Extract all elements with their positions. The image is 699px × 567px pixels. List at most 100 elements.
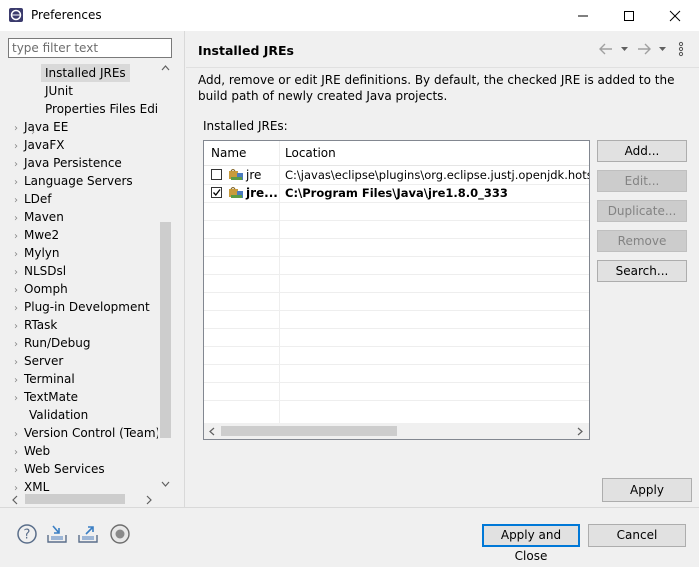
row-divider xyxy=(204,238,589,239)
record-icon[interactable] xyxy=(109,523,131,545)
view-menu-icon[interactable] xyxy=(677,41,685,57)
scroll-down-arrow-icon[interactable] xyxy=(160,480,171,488)
tree-item-installed-jres[interactable]: Installed JREs xyxy=(41,64,130,82)
tree-item-label: Oomph xyxy=(24,282,68,296)
chevron-right-icon: › xyxy=(14,303,18,314)
close-icon xyxy=(669,10,681,21)
row-divider xyxy=(204,184,589,185)
eclipse-app-icon xyxy=(9,8,23,22)
tree-item-run-debug[interactable]: › Run/Debug xyxy=(14,334,91,352)
row-divider xyxy=(204,220,589,221)
apply-button[interactable]: Apply xyxy=(602,478,692,502)
maximize-button[interactable] xyxy=(606,0,652,31)
tree-item-javafx[interactable]: › JavaFX xyxy=(14,136,64,154)
tree-item-label: Java Persistence xyxy=(24,156,122,170)
chevron-right-icon: › xyxy=(14,447,18,458)
tree-item-label: Maven xyxy=(24,210,64,224)
chevron-right-icon: › xyxy=(14,429,18,440)
maximize-icon xyxy=(624,10,634,21)
export-preferences-icon[interactable] xyxy=(77,523,99,545)
row-divider xyxy=(204,274,589,275)
scroll-right-arrow-icon[interactable] xyxy=(576,427,584,436)
close-button[interactable] xyxy=(652,0,698,31)
edit-button[interactable]: Edit... xyxy=(597,170,687,192)
tree-item-web[interactable]: › Web xyxy=(14,442,50,460)
chevron-right-icon: › xyxy=(14,357,18,368)
tree-item-label: Mylyn xyxy=(24,246,60,260)
remove-button[interactable]: Remove xyxy=(597,230,687,252)
tree-item-mylyn[interactable]: › Mylyn xyxy=(14,244,60,262)
tree-item-java-persistence[interactable]: › Java Persistence xyxy=(14,154,122,172)
search-button[interactable]: Search... xyxy=(597,260,687,282)
tree-item-label: Java EE xyxy=(24,120,69,134)
row-divider xyxy=(204,364,589,365)
tree-item-ldef[interactable]: › LDef xyxy=(14,190,52,208)
page-title: Installed JREs xyxy=(198,43,295,58)
tree-item-nlsdsl[interactable]: › NLSDsl xyxy=(14,262,66,280)
minimize-button[interactable] xyxy=(560,0,606,31)
tree-item-oomph[interactable]: › Oomph xyxy=(14,280,68,298)
table-row[interactable]: jre... C:\Program Files\Java\jre1.8.0_33… xyxy=(204,184,589,202)
duplicate-button[interactable]: Duplicate... xyxy=(597,200,687,222)
forward-arrow-icon[interactable] xyxy=(636,42,652,56)
tree-item-label: Installed JREs xyxy=(45,66,126,80)
row-divider xyxy=(204,202,589,203)
chevron-right-icon: › xyxy=(14,141,18,152)
column-header-name[interactable]: Name xyxy=(211,141,246,165)
tree-item-language-servers[interactable]: › Language Servers xyxy=(14,172,133,190)
help-icon[interactable]: ? xyxy=(16,523,38,545)
tree-item-server[interactable]: › Server xyxy=(14,352,63,370)
chevron-right-icon: › xyxy=(14,375,18,386)
tree-item-xml[interactable]: › XML xyxy=(14,478,49,492)
scroll-left-arrow-icon[interactable] xyxy=(11,495,19,505)
tree-item-java-ee[interactable]: › Java EE xyxy=(14,118,68,136)
column-header-location[interactable]: Location xyxy=(285,141,336,165)
row-divider xyxy=(204,400,589,401)
forward-menu-chevron-icon[interactable] xyxy=(658,45,667,53)
tree-item-mwe2[interactable]: › Mwe2 xyxy=(14,226,59,244)
tree-item-plug-in-development[interactable]: › Plug-in Development xyxy=(14,298,150,316)
tree-item-label: Web xyxy=(24,444,51,458)
tree-item-junit[interactable]: JUnit xyxy=(45,82,73,100)
tree-item-version-control[interactable]: › Version Control (Team) xyxy=(14,424,158,442)
back-menu-chevron-icon[interactable] xyxy=(620,45,629,53)
installed-jres-label: Installed JREs: xyxy=(203,119,288,133)
table-horizontal-scroll-thumb[interactable] xyxy=(221,426,397,436)
table-row[interactable]: jre C:\javas\eclipse\plugins\org.eclipse… xyxy=(204,166,589,184)
add-button[interactable]: Add... xyxy=(597,140,687,162)
header-separator xyxy=(186,67,699,68)
tree-item-label: Version Control (Team) xyxy=(24,426,158,440)
back-arrow-icon[interactable] xyxy=(598,42,614,56)
apply-and-close-button[interactable]: Apply and Close xyxy=(482,524,580,563)
row-divider xyxy=(204,382,589,383)
tree-horizontal-scroll-thumb[interactable] xyxy=(25,494,125,504)
scroll-right-arrow-icon[interactable] xyxy=(145,495,153,505)
jre-table: Name Location jre C:\javas\eclipse\plugi… xyxy=(203,140,590,440)
import-preferences-icon[interactable] xyxy=(46,523,68,545)
tree-vertical-scroll-thumb[interactable] xyxy=(160,222,171,438)
tree-item-label: Mwe2 xyxy=(24,228,60,242)
jre-checkbox[interactable] xyxy=(211,169,222,180)
page-description: Add, remove or edit JRE definitions. By … xyxy=(198,73,675,103)
tree-item-web-services[interactable]: › Web Services xyxy=(14,460,105,478)
tree-item-rtask[interactable]: › RTask xyxy=(14,316,57,334)
tree-item-validation[interactable]: Validation xyxy=(29,406,88,424)
tree-item-label: RTask xyxy=(24,318,58,332)
tree-item-terminal[interactable]: › Terminal xyxy=(14,370,75,388)
tree-item-maven[interactable]: › Maven xyxy=(14,208,64,226)
tree-item-label: JUnit xyxy=(45,84,73,98)
scroll-left-arrow-icon[interactable] xyxy=(208,427,216,436)
row-divider xyxy=(204,328,589,329)
filter-input[interactable] xyxy=(8,38,172,58)
cancel-button[interactable]: Cancel xyxy=(588,524,686,547)
chevron-right-icon: › xyxy=(14,195,18,206)
chevron-right-icon: › xyxy=(14,267,18,278)
chevron-right-icon: › xyxy=(14,483,18,492)
tree-item-textmate[interactable]: › TextMate xyxy=(14,388,78,406)
scroll-up-arrow-icon[interactable] xyxy=(160,64,171,72)
jre-checkbox-checked[interactable] xyxy=(211,187,222,198)
panel-splitter[interactable] xyxy=(184,31,185,508)
tree-item-properties-files-editor[interactable]: Properties Files Editor xyxy=(45,100,158,118)
tree-item-label: Properties Files Editor xyxy=(45,102,158,116)
chevron-right-icon: › xyxy=(14,213,18,224)
